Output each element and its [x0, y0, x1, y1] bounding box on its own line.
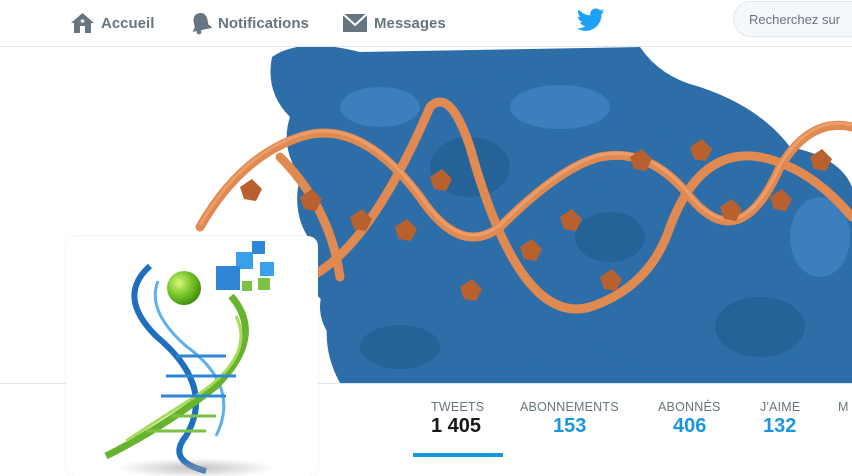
dna-logo-icon [104, 241, 276, 476]
stat-more-label: M [838, 400, 849, 414]
active-tab-indicator [413, 453, 503, 457]
stat-tweets[interactable]: TWEETS 1 405 [413, 384, 503, 457]
stat-followers[interactable]: ABONNÉS 406 [658, 384, 738, 457]
nav-messages-label: Messages [374, 14, 446, 32]
stat-following-value: 153 [553, 415, 587, 437]
home-icon [70, 12, 95, 34]
twitter-bird-icon[interactable] [576, 8, 605, 37]
nav-home-label: Accueil [101, 14, 155, 32]
stat-followers-value: 406 [673, 415, 707, 437]
envelope-icon [342, 12, 368, 34]
bell-icon [190, 11, 212, 35]
stat-following[interactable]: ABONNEMENTS 153 [520, 384, 630, 457]
stat-more[interactable]: M [838, 384, 852, 457]
stat-likes-label: J'AIME [760, 400, 801, 414]
nav-messages[interactable]: Messages [342, 0, 446, 46]
nav-notifications-label: Notifications [218, 14, 309, 32]
search-box[interactable] [733, 1, 852, 37]
stat-likes-value: 132 [763, 415, 797, 437]
stat-tweets-label: TWEETS [431, 400, 485, 414]
stat-following-label: ABONNEMENTS [520, 400, 619, 414]
profile-avatar[interactable] [66, 236, 318, 476]
stat-tweets-value: 1 405 [431, 415, 482, 437]
search-input[interactable] [734, 2, 852, 36]
stat-likes[interactable]: J'AIME 132 [760, 384, 820, 457]
top-navigation-bar: Accueil Notifications Messages [0, 0, 852, 47]
nav-notifications[interactable]: Notifications [190, 0, 309, 46]
stat-followers-label: ABONNÉS [658, 400, 721, 414]
nav-home[interactable]: Accueil [70, 0, 154, 46]
